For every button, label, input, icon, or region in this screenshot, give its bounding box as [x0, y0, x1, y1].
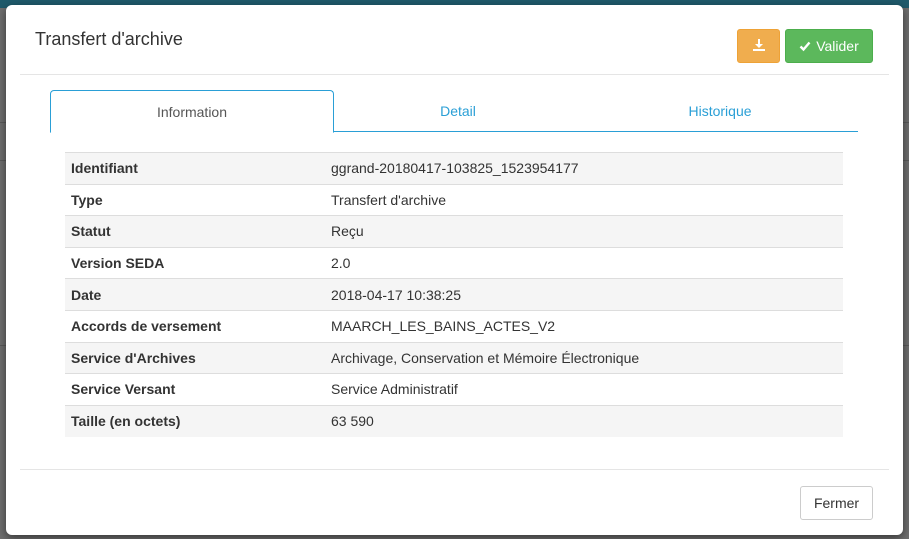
row-key: Date: [65, 278, 325, 311]
table-row: Identifiant ggrand-20180417-103825_15239…: [65, 152, 843, 185]
table-row: Taille (en octets) 63 590: [65, 404, 843, 437]
tab-label: Information: [156, 103, 228, 120]
tab-history[interactable]: Historique: [582, 90, 858, 132]
table-row: Date 2018-04-17 10:38:25: [65, 278, 843, 311]
check-icon: [799, 40, 811, 52]
tab-bar: Information Detail Historique: [50, 90, 858, 133]
archive-transfer-modal: Transfert d'archive Valider Information …: [6, 5, 903, 535]
tab-detail[interactable]: Detail: [334, 90, 582, 132]
row-value: ggrand-20180417-103825_1523954177: [325, 152, 843, 185]
row-value: 2018-04-17 10:38:25: [325, 278, 843, 311]
row-key: Taille (en octets): [65, 404, 325, 437]
table-row: Service d'Archives Archivage, Conservati…: [65, 341, 843, 374]
row-value: 2.0: [325, 246, 843, 279]
table-row: Service Versant Service Administratif: [65, 373, 843, 406]
row-value: Archivage, Conservation et Mémoire Élect…: [325, 341, 843, 374]
row-value: MAARCH_LES_BAINS_ACTES_V2: [325, 309, 843, 343]
table-row: Statut Reçu: [65, 215, 843, 248]
row-key: Statut: [65, 215, 325, 248]
modal-title: Transfert d'archive: [35, 29, 183, 49]
tab-information[interactable]: Information: [50, 90, 334, 133]
row-value: Reçu: [325, 215, 843, 248]
row-key: Service Versant: [65, 373, 325, 406]
row-key: Service d'Archives: [65, 341, 325, 374]
download-icon: [752, 38, 766, 55]
information-table: Identifiant ggrand-20180417-103825_15239…: [65, 152, 843, 437]
row-key: Identifiant: [65, 152, 325, 185]
close-label: Fermer: [813, 495, 860, 511]
validate-button[interactable]: Valider: [785, 29, 873, 63]
row-value: 63 590: [325, 404, 843, 437]
footer-divider: [20, 469, 889, 470]
header-divider: [20, 74, 889, 75]
tab-label: Detail: [440, 103, 476, 119]
tab-label: Historique: [688, 103, 752, 119]
row-value: Service Administratif: [325, 373, 843, 406]
row-key: Version SEDA: [65, 246, 325, 279]
download-button[interactable]: [737, 29, 780, 63]
close-button[interactable]: Fermer: [800, 486, 873, 520]
row-key: Type: [65, 183, 325, 216]
table-row: Accords de versement MAARCH_LES_BAINS_AC…: [65, 309, 843, 343]
validate-label: Valider: [816, 38, 859, 54]
row-key: Accords de versement: [65, 309, 325, 343]
table-row: Type Transfert d'archive: [65, 183, 843, 216]
row-value: Transfert d'archive: [325, 183, 843, 216]
table-row: Version SEDA 2.0: [65, 246, 843, 279]
